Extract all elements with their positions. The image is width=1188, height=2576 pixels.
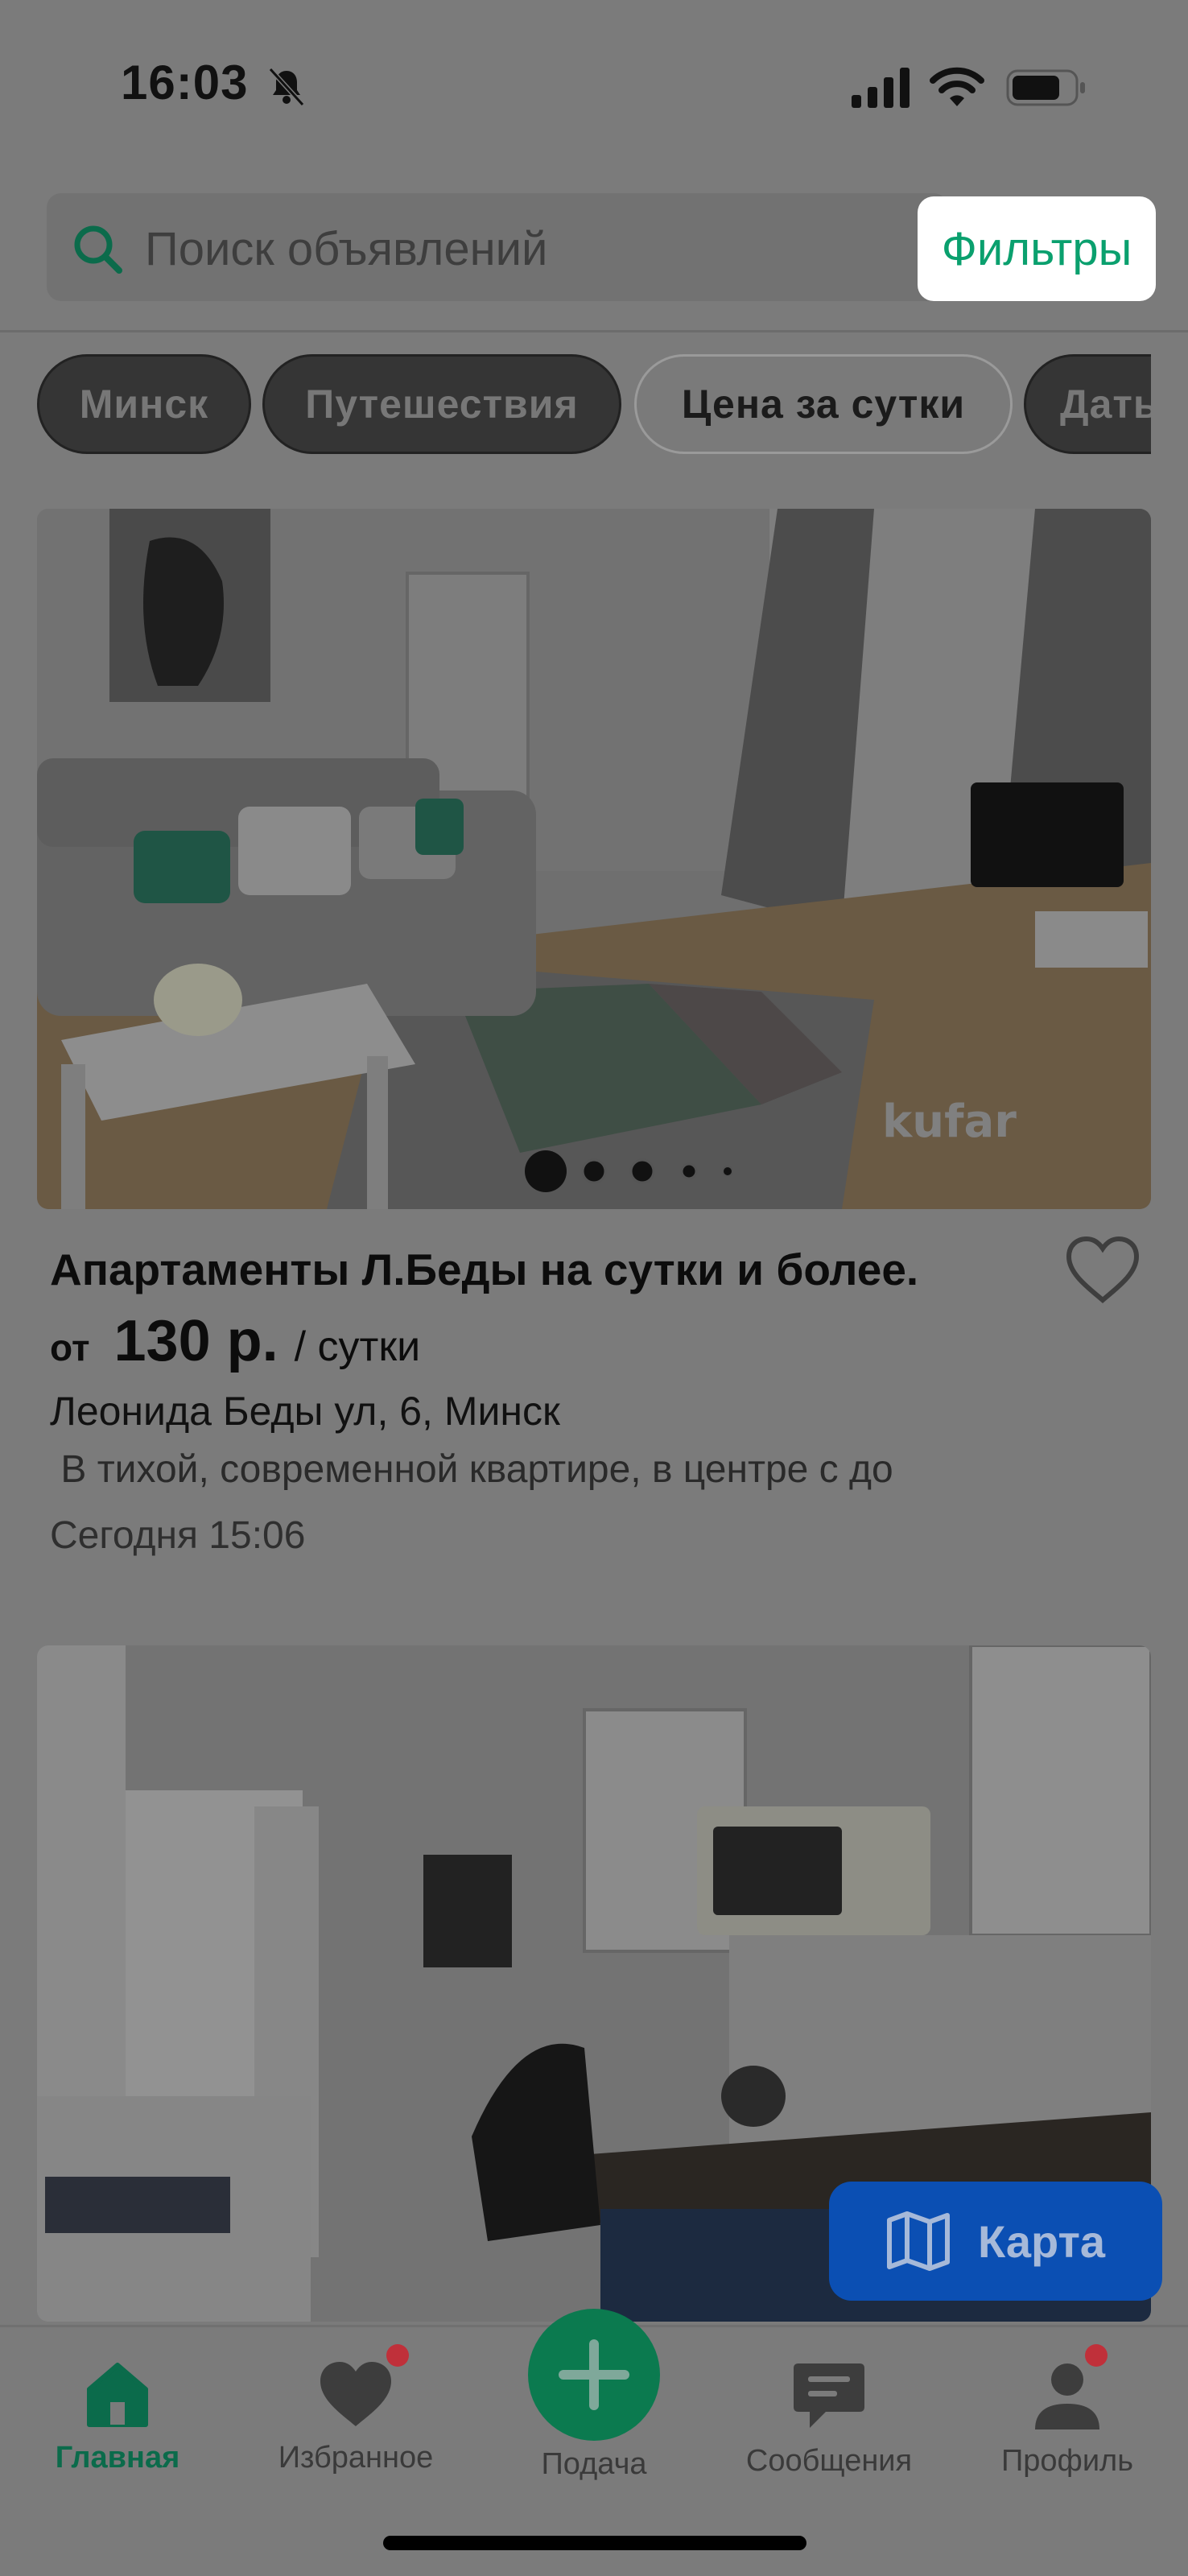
chip-city[interactable]: Минск	[37, 354, 251, 454]
price-unit: / сутки	[294, 1323, 421, 1370]
map-button-label: Карта	[977, 2215, 1106, 2267]
tab-add-label: Подача	[541, 2447, 647, 2481]
tab-profile[interactable]: Профиль	[963, 2359, 1172, 2479]
living-room-photo: kufar	[37, 509, 1151, 1209]
home-indicator	[383, 2536, 806, 2550]
favorites-notification-badge	[386, 2344, 409, 2367]
chip-category[interactable]: Путешествия	[262, 354, 621, 454]
add-listing-button[interactable]	[528, 2309, 660, 2441]
tab-home-label: Главная	[55, 2441, 180, 2475]
tab-messages-label: Сообщения	[745, 2444, 913, 2478]
photo-pager-dots[interactable]	[522, 1147, 763, 1195]
chip-dates[interactable]: Даты	[1024, 354, 1151, 454]
profile-notification-badge	[1085, 2344, 1108, 2367]
tab-home[interactable]: Главная	[13, 2359, 222, 2475]
chip-price[interactable]: Цена за сутки	[634, 354, 1013, 454]
tab-favorites-label: Избранное	[278, 2441, 434, 2475]
plus-icon	[559, 2339, 629, 2410]
tab-profile-label: Профиль	[1000, 2444, 1134, 2478]
favorite-heart-icon[interactable]	[1066, 1236, 1140, 1305]
battery-icon	[1006, 69, 1085, 106]
listing-date: Сегодня 15:06	[50, 1514, 306, 1557]
listing-address: Леонида Беды ул, 6, Минск	[50, 1389, 560, 1434]
cellular-signal-icon	[852, 68, 910, 108]
tab-messages[interactable]: Сообщения	[724, 2359, 934, 2479]
search-icon	[74, 225, 122, 274]
listing-price: от 130 р. / сутки	[50, 1308, 420, 1374]
wifi-icon	[930, 67, 984, 106]
home-icon	[87, 2363, 148, 2427]
listing-photo[interactable]: kufar	[37, 509, 1151, 1209]
map-button[interactable]: Карта	[829, 2182, 1162, 2301]
price-value: 130 р.	[113, 1309, 278, 1373]
bell-muted-icon	[268, 67, 305, 107]
listing-description: В тихой, современной квартире, в центре …	[50, 1448, 893, 1491]
map-icon	[886, 2211, 950, 2271]
status-bar: 16:03	[0, 0, 1188, 161]
filters-button[interactable]: Фильтры	[918, 196, 1156, 301]
status-time: 16:03	[121, 56, 249, 109]
search-input[interactable]: Поиск объявлений	[145, 222, 547, 276]
price-prefix: от	[50, 1327, 90, 1368]
kufar-watermark: kufar	[882, 1096, 1017, 1148]
heart-icon	[320, 2362, 391, 2426]
divider	[0, 330, 1188, 332]
chat-icon	[794, 2363, 864, 2428]
person-icon	[1035, 2363, 1099, 2429]
tab-favorites[interactable]: Избранное	[251, 2359, 460, 2475]
listing-title[interactable]: Апартаменты Л.Беды на сутки и более.	[50, 1244, 918, 1295]
filter-chips: Минск Путешествия Цена за сутки Даты	[0, 354, 1151, 454]
